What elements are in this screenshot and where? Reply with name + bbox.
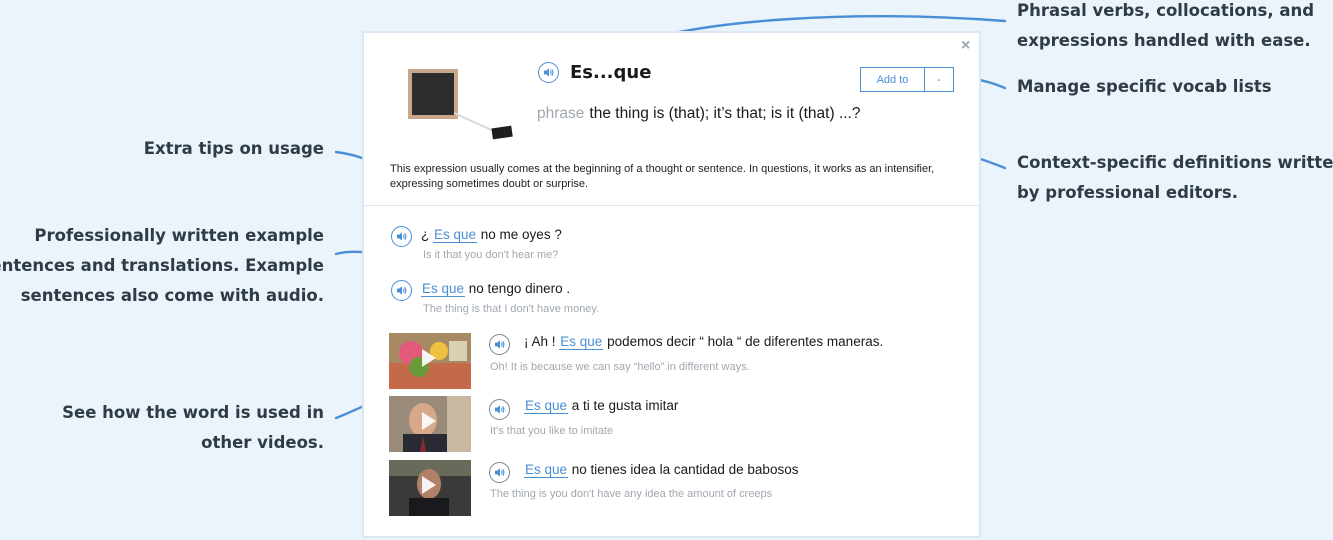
page-title: Es...que	[570, 62, 652, 83]
example-highlight[interactable]: Es que	[421, 281, 466, 297]
example-translation: The thing is that I don't have money.	[423, 303, 600, 315]
video-thumbnail[interactable]	[389, 460, 471, 516]
example-sentence: ¿ Es que no me oyes ?	[421, 227, 562, 243]
close-icon[interactable]: ×	[961, 37, 970, 55]
blackboard-image	[402, 61, 520, 143]
example-speaker-icon[interactable]	[391, 226, 412, 247]
video-sentence: Es que no tienes idea la cantidad de bab…	[524, 462, 799, 478]
video-thumbnail[interactable]	[389, 333, 471, 389]
video-highlight[interactable]: Es que	[524, 462, 569, 478]
definition-text: the thing is (that); it’s that; is it (t…	[589, 105, 861, 122]
dictionary-card: × Es...que Add to - phrase the thing is (…	[362, 31, 981, 538]
definition: phrase the thing is (that); it’s that; is…	[537, 105, 860, 123]
add-to-label[interactable]: Add to	[861, 68, 925, 91]
chevron-down-icon[interactable]: -	[925, 68, 953, 91]
video-sentence: ¡ Ah ! Es que podemos decir “ hola “ de …	[524, 334, 884, 350]
example-translation: Is it that you don't hear me?	[423, 249, 559, 261]
video-speaker-icon[interactable]	[489, 334, 510, 355]
example-highlight[interactable]: Es que	[433, 227, 478, 243]
video-highlight[interactable]: Es que	[524, 398, 569, 414]
add-to-list-button[interactable]: Add to -	[860, 67, 954, 92]
video-translation: It's that you like to imitate	[490, 425, 614, 437]
part-of-speech: phrase	[537, 105, 585, 122]
divider	[364, 205, 979, 206]
play-icon[interactable]	[422, 349, 436, 367]
example-speaker-icon[interactable]	[391, 280, 412, 301]
video-translation: Oh! It is because we can say “hello” in …	[490, 361, 750, 373]
title-speaker-icon[interactable]	[538, 62, 559, 83]
usage-tip: This expression usually comes at the beg…	[390, 163, 935, 190]
video-speaker-icon[interactable]	[489, 399, 510, 420]
example-sentence: Es que no tengo dinero .	[421, 281, 571, 297]
play-icon[interactable]	[422, 412, 436, 430]
play-icon[interactable]	[422, 476, 436, 494]
video-sentence: Es que a ti te gusta imitar	[524, 398, 679, 414]
video-thumbnail[interactable]	[389, 396, 471, 452]
video-highlight[interactable]: Es que	[559, 334, 604, 350]
video-translation: The thing is you don't have any idea the…	[490, 488, 773, 500]
video-speaker-icon[interactable]	[489, 462, 510, 483]
